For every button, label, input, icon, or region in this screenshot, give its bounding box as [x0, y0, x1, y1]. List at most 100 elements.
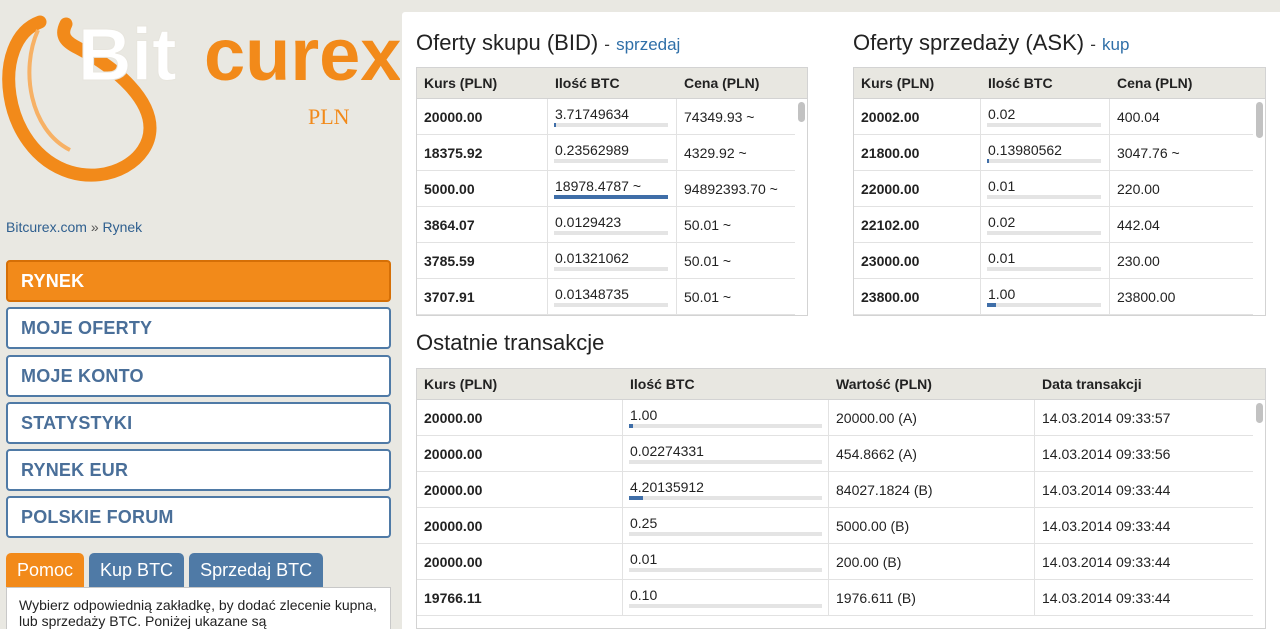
ask-scrollbar[interactable] — [1253, 100, 1265, 315]
qty-cell: 0.02 — [981, 99, 1110, 134]
tab-pomoc[interactable]: Pomoc — [6, 553, 85, 587]
qty-cell: 0.0129423 — [548, 207, 677, 242]
nav-item-rynek[interactable]: RYNEK — [6, 260, 391, 302]
table-row[interactable]: 23000.00 0.01 230.00 — [854, 243, 1265, 279]
date-cell: 14.03.2014 09:33:57 — [1042, 410, 1171, 426]
bid-table-body: 20000.00 3.71749634 74349.93 ~ 18375.92 0.23… — [417, 99, 807, 315]
bid-section-title: Oferty skupu (BID) - sprzedaj — [416, 30, 680, 56]
logo-sub: PLN — [308, 104, 350, 129]
breadcrumb: Bitcurex.com » Rynek — [6, 219, 142, 235]
qty-value: 1.00 — [988, 286, 1016, 302]
volume-bar-fill — [554, 195, 668, 199]
nav-item-moje-konto[interactable]: MOJE KONTO — [6, 354, 391, 397]
volume-bar-fill — [987, 303, 996, 307]
bid-header-rate: Kurs (PLN) — [424, 75, 498, 91]
qty-value: 0.01 — [988, 250, 1016, 266]
qty-cell: 4.20135912 — [623, 472, 829, 507]
bid-table: Kurs (PLN) Ilość BTC Cena (PLN) 20000.00… — [416, 67, 808, 316]
breadcrumb-current-link[interactable]: Rynek — [103, 219, 143, 235]
table-row[interactable]: 21800.00 0.13980562 3047.76 ~ — [854, 135, 1265, 171]
value-cell: 84027.1824 (B) — [829, 472, 1035, 507]
price-cell: 3047.76 ~ — [1117, 145, 1180, 161]
price-cell: 400.04 — [1117, 109, 1160, 125]
table-row[interactable]: 5000.00 18978.4787 ~ 94892393.70 ~ — [417, 171, 807, 207]
rate-cell: 20000.00 — [417, 99, 548, 134]
rate-cell: 23800.00 — [854, 279, 981, 314]
table-row[interactable]: 20000.00 0.02274331 454.8662 (A) 14.03.2014… — [417, 436, 1265, 472]
table-row[interactable]: 18375.92 0.23562989 4329.92 ~ — [417, 135, 807, 171]
bid-sell-link[interactable]: sprzedaj — [616, 35, 680, 54]
bid-scrollbar[interactable] — [795, 100, 807, 315]
ask-dash: - — [1090, 35, 1096, 54]
value-cell: 1976.611 (B) — [829, 580, 1035, 615]
trades-table-header: Kurs (PLN) Ilość BTC Wartość (PLN) Data … — [417, 369, 1265, 400]
ask-section-title: Oferty sprzedaży (ASK) - kup — [853, 30, 1129, 56]
table-row[interactable]: 20002.00 0.02 400.04 — [854, 99, 1265, 135]
nav-item-statystyki[interactable]: STATYSTYKI — [6, 401, 391, 444]
rate-cell: 19766.11 — [417, 580, 623, 615]
qty-value: 18978.4787 ~ — [555, 178, 642, 194]
qty-value: 0.02 — [988, 106, 1016, 122]
table-row[interactable]: 20000.00 4.20135912 84027.1824 (B) 14.03.20… — [417, 472, 1265, 508]
svg-text:Bit: Bit — [78, 13, 177, 96]
qty-cell: 3.71749634 — [548, 99, 677, 134]
rate-cell: 20002.00 — [854, 99, 981, 134]
ask-table: Kurs (PLN) Ilość BTC Cena (PLN) 20002.00… — [853, 67, 1266, 316]
ask-table-header: Kurs (PLN) Ilość BTC Cena (PLN) — [854, 68, 1265, 99]
nav-item-rynek-eur[interactable]: RYNEK EUR — [6, 449, 391, 492]
rate-cell: 23000.00 — [854, 243, 981, 278]
qty-value: 0.0129423 — [555, 214, 622, 230]
volume-bar-track — [554, 195, 668, 199]
table-row[interactable]: 3864.07 0.0129423 50.01 ~ — [417, 207, 807, 243]
trades-header-date: Data transakcji — [1042, 376, 1142, 392]
trades-scroll-thumb[interactable] — [1256, 403, 1263, 423]
table-row[interactable]: 3785.59 0.01321062 50.01 ~ — [417, 243, 807, 279]
table-row[interactable]: 20000.00 0.25 5000.00 (B) 14.03.2014 09:33:… — [417, 508, 1265, 544]
trades-scrollbar[interactable] — [1253, 401, 1265, 628]
value-cell: 20000.00 (A) — [829, 400, 1035, 435]
breadcrumb-separator: » — [90, 219, 99, 235]
ask-buy-link[interactable]: kup — [1102, 35, 1129, 54]
rate-cell: 20000.00 — [417, 400, 623, 435]
qty-cell: 0.01 — [981, 171, 1110, 206]
table-row[interactable]: 20000.00 3.71749634 74349.93 ~ — [417, 99, 807, 135]
nav-item-moje-oferty[interactable]: MOJE OFERTY — [6, 307, 391, 350]
volume-bar-track — [554, 159, 668, 163]
bid-header-price: Cena (PLN) — [684, 75, 760, 91]
qty-cell: 0.02274331 — [623, 436, 829, 471]
qty-cell: 0.13980562 — [981, 135, 1110, 170]
bid-dash: - — [604, 35, 610, 54]
help-text: Wybierz odpowiednią zakładkę, by dodać z… — [6, 587, 391, 629]
table-row[interactable]: 20000.00 1.00 20000.00 (A) 14.03.2014 09:33… — [417, 400, 1265, 436]
tab-sprzedaj-btc[interactable]: Sprzedaj BTC — [189, 553, 324, 587]
qty-value: 0.23562989 — [555, 142, 629, 158]
trades-header-value: Wartość (PLN) — [836, 376, 932, 392]
nav-item-polskie-forum[interactable]: POLSKIE FORUM — [6, 496, 391, 539]
table-row[interactable]: 23800.00 1.00 23800.00 — [854, 279, 1265, 315]
tab-kup-btc[interactable]: Kup BTC — [89, 553, 185, 587]
rate-cell: 3864.07 — [417, 207, 548, 242]
action-tabs: Pomoc Kup BTC Sprzedaj BTC — [6, 553, 328, 587]
breadcrumb-home-link[interactable]: Bitcurex.com — [6, 219, 87, 235]
table-row[interactable]: 3707.91 0.01348735 50.01 ~ — [417, 279, 807, 315]
qty-cell: 0.01 — [623, 544, 829, 579]
volume-bar-track — [987, 123, 1101, 127]
bitcurex-logo[interactable]: Bit curex PLN — [0, 0, 400, 200]
table-row[interactable]: 22102.00 0.02 442.04 — [854, 207, 1265, 243]
date-cell: 14.03.2014 09:33:44 — [1042, 590, 1171, 606]
qty-cell: 1.00 — [981, 279, 1110, 314]
volume-bar-track — [987, 267, 1101, 271]
bid-scroll-thumb[interactable] — [798, 102, 805, 122]
table-row[interactable]: 22000.00 0.01 220.00 — [854, 171, 1265, 207]
volume-bar-track — [987, 231, 1101, 235]
value-cell: 454.8662 (A) — [829, 436, 1035, 471]
rate-cell: 5000.00 — [417, 171, 548, 206]
qty-cell: 0.01321062 — [548, 243, 677, 278]
qty-value: 0.01 — [988, 178, 1016, 194]
ask-scroll-thumb[interactable] — [1256, 102, 1263, 138]
qty-value: 0.25 — [630, 515, 658, 531]
table-row[interactable]: 20000.00 0.01 200.00 (B) 14.03.2014 09:33:4… — [417, 544, 1265, 580]
ask-title: Oferty sprzedaży (ASK) — [853, 30, 1085, 55]
price-cell: 74349.93 ~ — [684, 109, 755, 125]
table-row[interactable]: 19766.11 0.10 1976.611 (B) 14.03.2014 09:33… — [417, 580, 1265, 616]
